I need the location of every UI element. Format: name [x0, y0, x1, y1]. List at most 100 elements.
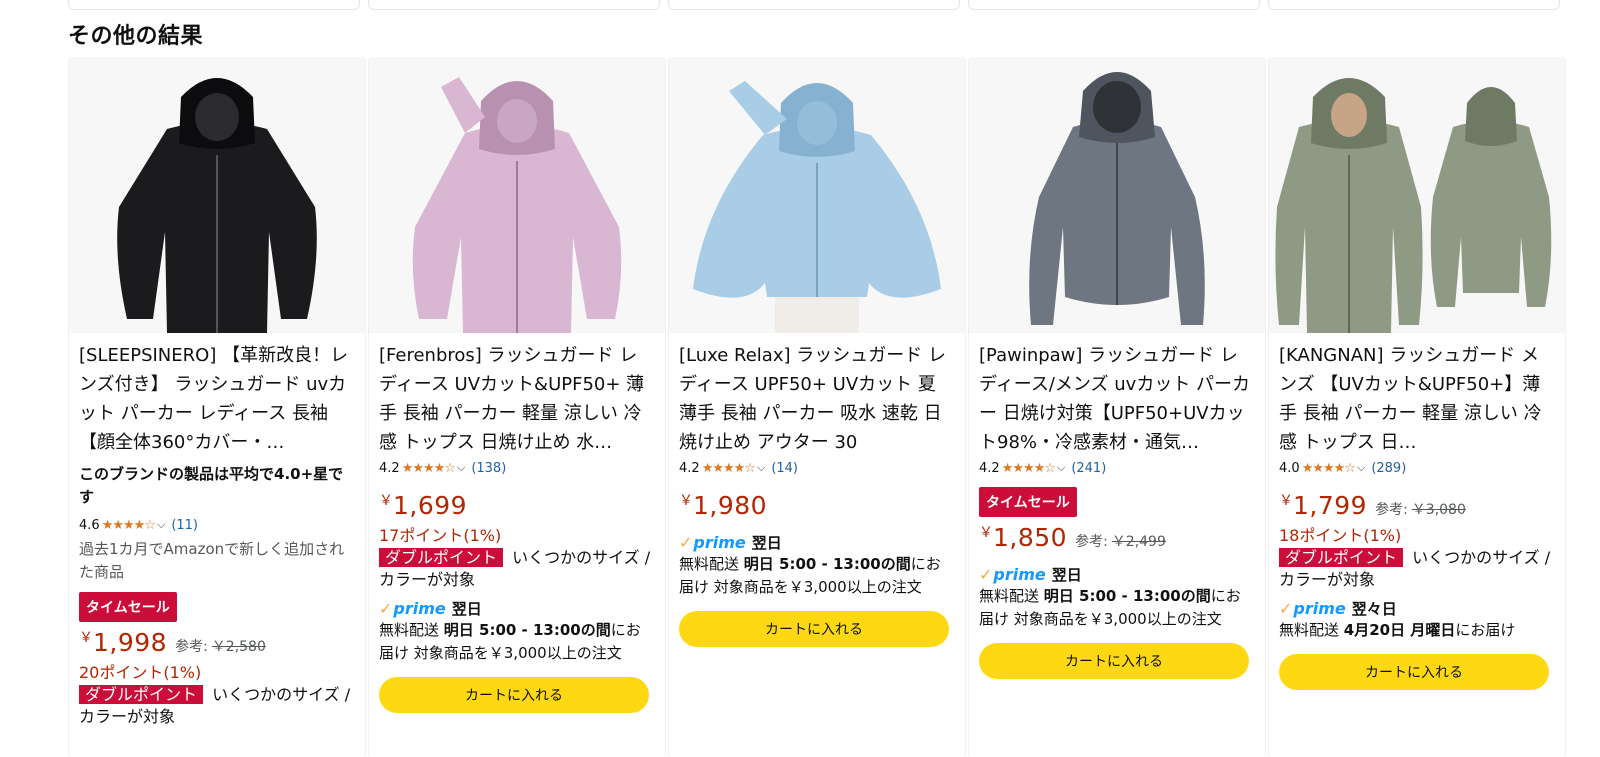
reference-value: ￥3,080 [1411, 502, 1466, 518]
star-rating-icon[interactable]: ★★★★☆ [702, 461, 756, 476]
shipping-suffix: にお届け [1455, 621, 1516, 639]
card-edge [968, 0, 1260, 10]
points: 18ポイント(1%) [1279, 526, 1402, 545]
double-point-badge: ダブルポイント [79, 685, 204, 704]
new-arrival-note: 過去1カ月でAmazonで新しく追加された商品 [79, 540, 345, 581]
price[interactable]: ￥ 1,799 参考: ￥3,080 [1279, 491, 1555, 525]
rating-value: 4.2 [679, 460, 700, 476]
star-rating-icon[interactable]: ★★★★☆ [1302, 461, 1356, 476]
check-icon: ✓ [379, 598, 393, 618]
add-to-cart-button[interactable]: カートに入れる [979, 643, 1249, 679]
product-card: [Luxe Relax] ラッシュガード レディース UPF50+ UVカット … [668, 57, 966, 757]
card-edge [68, 0, 360, 10]
price[interactable]: ￥ 1,850 参考: ￥2,499 [979, 523, 1255, 557]
face-area [195, 93, 239, 141]
face-area [797, 101, 837, 145]
hood-opening [1093, 81, 1141, 133]
review-count-link[interactable]: (14) [771, 461, 798, 476]
hoodie-image [117, 78, 317, 333]
currency-symbol: ￥ [679, 493, 693, 509]
product-image[interactable] [969, 57, 1265, 333]
rating-value: 4.2 [979, 460, 1000, 476]
face-area [497, 99, 537, 143]
review-count-link[interactable]: (11) [171, 518, 198, 533]
section-title: その他の結果 [68, 24, 204, 49]
face-area [1331, 93, 1367, 137]
add-to-cart-button[interactable]: カートに入れる [379, 677, 649, 713]
product-image[interactable] [69, 57, 365, 333]
product-grid: [SLEEPSINERO] 【革新改良！レンズ付き】 ラッシュガード uvカット… [68, 57, 1600, 757]
star-rating-icon[interactable]: ★★★★☆ [102, 518, 156, 533]
card-edge [368, 0, 660, 10]
product-card: [Ferenbros] ラッシュガード レディース UVカット&UPF50+ 薄… [368, 57, 666, 757]
double-point-row: ダブルポイント いくつかのサイズ / カラーが対象 [379, 547, 655, 591]
price-value: 1,980 [693, 491, 768, 520]
prime-logo: prime [1293, 598, 1346, 618]
hoodie-image [412, 77, 622, 333]
price[interactable]: ￥ 1,699 [379, 491, 655, 525]
rating-value: 4.6 [79, 517, 100, 533]
check-icon: ✓ [1279, 598, 1293, 618]
product-image[interactable] [369, 57, 665, 333]
star-rating-icon[interactable]: ★★★★☆ [1002, 461, 1056, 476]
currency-symbol: ￥ [1279, 493, 1293, 509]
double-point-badge: ダブルポイント [379, 548, 504, 567]
shipping-info: 無料配送 明日 5:00 - 13:00の間にお届け 対象商品を￥3,000以上… [979, 585, 1255, 631]
product-title[interactable]: [Ferenbros] ラッシュガード レディース UVカット&UPF50+ 薄… [379, 341, 655, 457]
reference-price: 参考: ￥3,080 [1375, 499, 1466, 519]
card-edge [1268, 0, 1560, 10]
review-count-link[interactable]: (241) [1071, 461, 1106, 476]
shipping-prefix: 無料配送 [379, 621, 440, 639]
reference-label: 参考: [1375, 502, 1408, 518]
price[interactable]: ￥ 1,998 参考: ￥2,580 [79, 628, 355, 662]
add-to-cart-button[interactable]: カートに入れる [1279, 654, 1549, 690]
chevron-down-icon[interactable]: ⌵ [157, 518, 165, 532]
hoodie-image [693, 81, 941, 333]
add-to-cart-button[interactable]: カートに入れる [679, 611, 949, 647]
product-image[interactable] [669, 57, 965, 333]
chevron-down-icon[interactable]: ⌵ [457, 461, 465, 475]
hoodie-second [1430, 121, 1552, 307]
brand-note: このブランドの製品は平均で4.0+星です [79, 465, 344, 506]
prime-logo: prime [693, 532, 746, 552]
chevron-down-icon[interactable]: ⌵ [1057, 461, 1065, 475]
chevron-down-icon[interactable]: ⌵ [757, 461, 765, 475]
currency-symbol: ￥ [379, 493, 393, 509]
reference-price: 参考: ￥2,580 [175, 636, 266, 656]
product-image[interactable] [1269, 57, 1565, 333]
rating-value: 4.2 [379, 460, 400, 476]
rating: 4.2 ★★★★☆ ⌵ (241) [979, 457, 1255, 479]
product-card: [KANGNAN] ラッシュガード メンズ 【UVカット&UPF50+】薄手 長… [1268, 57, 1566, 757]
price-value: 1,998 [93, 628, 168, 657]
prime-delivery: ✓ prime 翌々日 [1279, 597, 1555, 619]
deal-badge: タイムセール [79, 592, 177, 622]
product-title[interactable]: [SLEEPSINERO] 【革新改良！レンズ付き】 ラッシュガード uvカット… [79, 341, 355, 457]
deal-badge: タイムセール [979, 487, 1077, 517]
points: 20ポイント(1%) [79, 663, 202, 682]
raised-arm [441, 77, 485, 133]
price[interactable]: ￥ 1,980 [679, 491, 955, 525]
shipping-info: 無料配送 明日 5:00 - 13:00の間にお届け 対象商品を￥3,000以上… [679, 553, 955, 599]
points: 17ポイント(1%) [379, 526, 502, 545]
shipping-info: 無料配送 明日 5:00 - 13:00の間にお届け 対象商品を￥3,000以上… [379, 619, 655, 665]
review-count-link[interactable]: (289) [1371, 461, 1406, 476]
double-point-row: ダブルポイント いくつかのサイズ / カラーが対象 [1279, 547, 1555, 591]
product-title[interactable]: [KANGNAN] ラッシュガード メンズ 【UVカット&UPF50+】薄手 長… [1279, 341, 1555, 457]
hoodie-image [1029, 72, 1205, 325]
prime-delivery: ✓ prime 翌日 [379, 597, 655, 619]
shipping-time: 明日 5:00 - 13:00の間 [1043, 587, 1211, 605]
delivery-day: 翌日 [451, 599, 482, 618]
product-title[interactable]: [Luxe Relax] ラッシュガード レディース UPF50+ UVカット … [679, 341, 955, 457]
currency-symbol: ￥ [979, 525, 993, 541]
shipping-info: 無料配送 4月20日 月曜日にお届け [1279, 619, 1555, 642]
rating: 4.2 ★★★★☆ ⌵ (138) [379, 457, 655, 479]
previous-row-edge [0, 0, 1600, 12]
review-count-link[interactable]: (138) [471, 461, 506, 476]
rating: 4.6 ★★★★☆ ⌵ (11) [79, 514, 355, 536]
star-rating-icon[interactable]: ★★★★☆ [402, 461, 456, 476]
chevron-down-icon[interactable]: ⌵ [1357, 461, 1365, 475]
price-value: 1,699 [393, 491, 468, 520]
product-title[interactable]: [Pawinpaw] ラッシュガード レディース/メンズ uvカット パーカー … [979, 341, 1255, 457]
double-point-badge: ダブルポイント [1279, 548, 1404, 567]
hoodie-hood [1465, 87, 1517, 146]
